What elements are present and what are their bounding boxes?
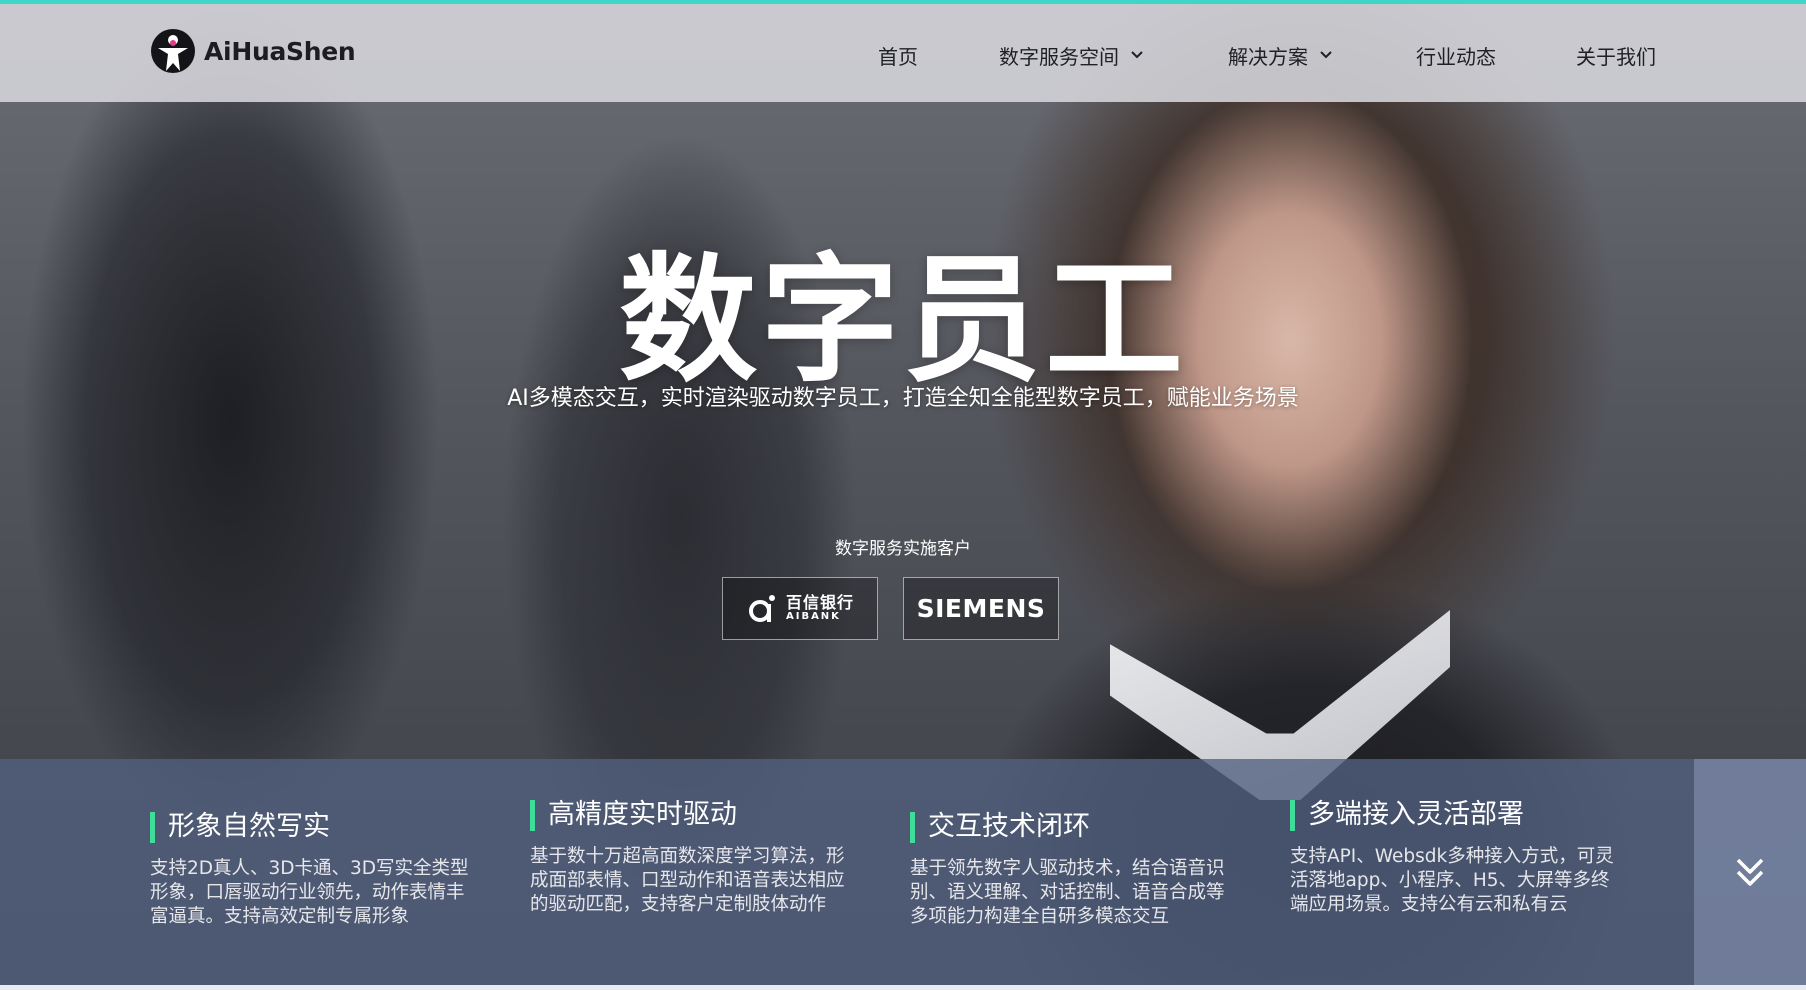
- hero-subtitle: AI多模态交互，实时渲染驱动数字员工，打造全知全能型数字员工，赋能业务场景: [507, 386, 1299, 411]
- logo-text: AiHuaShen: [204, 36, 356, 66]
- feature-desc: 支持2D真人、3D卡通、3D写实全类型形象，口唇驱动行业领先，动作表情丰富逼真。…: [150, 858, 469, 927]
- feature-interaction-loop: 交互技术闭环 基于领先数字人驱动技术，结合语音识别、语义理解、对话控制、语音合成…: [910, 811, 1240, 929]
- nav-home-label: 首页: [878, 44, 918, 69]
- nav-about-us[interactable]: 关于我们: [1576, 40, 1656, 70]
- nav-about-us-label: 关于我们: [1576, 44, 1656, 69]
- nav-home[interactable]: 首页: [878, 40, 918, 70]
- feature-title: 形象自然写实: [150, 811, 480, 843]
- siemens-name: SIEMENS: [916, 594, 1046, 623]
- feature-flexible-deployment: 多端接入灵活部署 支持API、Websdk多种接入方式，可灵活落地app、小程序…: [1290, 799, 1620, 917]
- feature-desc: 基于领先数字人驱动技术，结合语音识别、语义理解、对话控制、语音合成等多项能力构建…: [910, 858, 1225, 927]
- site-logo[interactable]: AiHuaShen: [150, 28, 356, 74]
- nav-solutions[interactable]: 解决方案: [1228, 40, 1334, 70]
- chevron-down-icon: [1320, 51, 1332, 59]
- feature-title: 多端接入灵活部署: [1290, 799, 1620, 831]
- feature-desc: 基于数十万超高面数深度学习算法，形成面部表情、口型动作和语音表达相应的驱动匹配，…: [530, 846, 845, 915]
- clients-label: 数字服务实施客户: [835, 539, 971, 559]
- aibank-en-name: AIBANK: [785, 610, 841, 622]
- nav-digital-space[interactable]: 数字服务空间: [999, 40, 1145, 70]
- aibank-icon: [748, 594, 775, 622]
- feature-realistic-avatar: 形象自然写实 支持2D真人、3D卡通、3D写实全类型形象，口唇驱动行业领先，动作…: [150, 811, 480, 929]
- client-logo-aibank: 百信银行 AIBANK: [722, 577, 878, 640]
- site-header: AiHuaShen 首页 数字服务空间 解决方案 行业动态 关于我们: [0, 4, 1806, 102]
- feature-title: 交互技术闭环: [910, 811, 1240, 843]
- feature-realtime-drive: 高精度实时驱动 基于数十万超高面数深度学习算法，形成面部表情、口型动作和语音表达…: [530, 799, 860, 917]
- client-logo-siemens: SIEMENS: [903, 577, 1059, 640]
- double-chevron-down-icon[interactable]: [1730, 852, 1770, 892]
- nav-digital-space-label: 数字服务空间: [999, 44, 1119, 69]
- person-logo-icon: [151, 29, 195, 73]
- feature-title: 高精度实时驱动: [530, 799, 860, 831]
- chevron-down-icon: [1131, 51, 1143, 59]
- nav-industry-news[interactable]: 行业动态: [1416, 40, 1496, 70]
- bottom-divider: [0, 985, 1806, 990]
- nav-industry-news-label: 行业动态: [1416, 44, 1496, 69]
- top-accent-line: [0, 0, 1806, 4]
- nav-solutions-label: 解决方案: [1228, 44, 1308, 69]
- aibank-cn-name: 百信银行: [785, 592, 854, 612]
- hero-title: 数字员工: [618, 240, 1187, 401]
- feature-desc: 支持API、Websdk多种接入方式，可灵活落地app、小程序、H5、大屏等多终…: [1290, 846, 1614, 915]
